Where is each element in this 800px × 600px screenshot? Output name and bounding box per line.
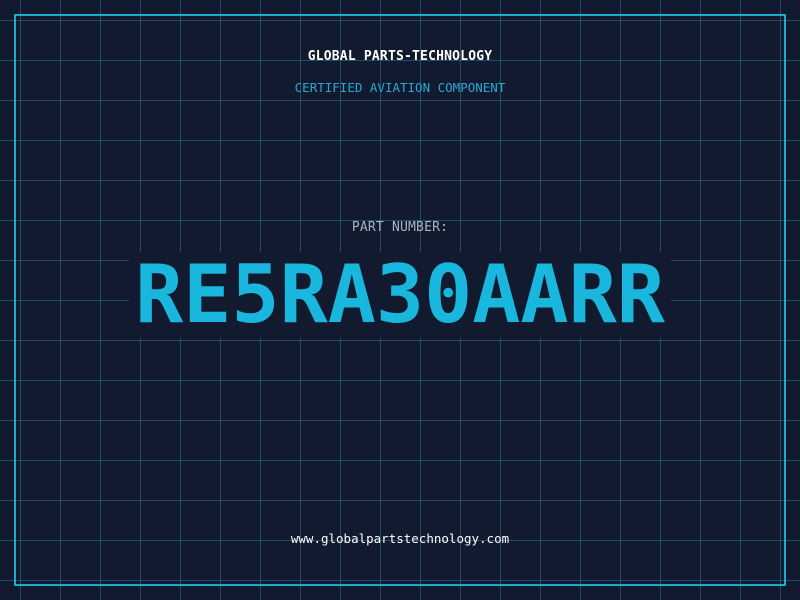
part-number-label: PART NUMBER: (351, 220, 449, 235)
certification-subtitle: CERTIFIED AVIATION COMPONENT (294, 80, 506, 95)
company-name: GLOBAL PARTS-TECHNOLOGY (307, 49, 493, 64)
part-number-value: RE5RA30AARR (129, 252, 671, 338)
website-url: www.globalpartstechnology.com (290, 531, 510, 546)
part-number-container: RE5RA30AARR (0, 252, 800, 338)
